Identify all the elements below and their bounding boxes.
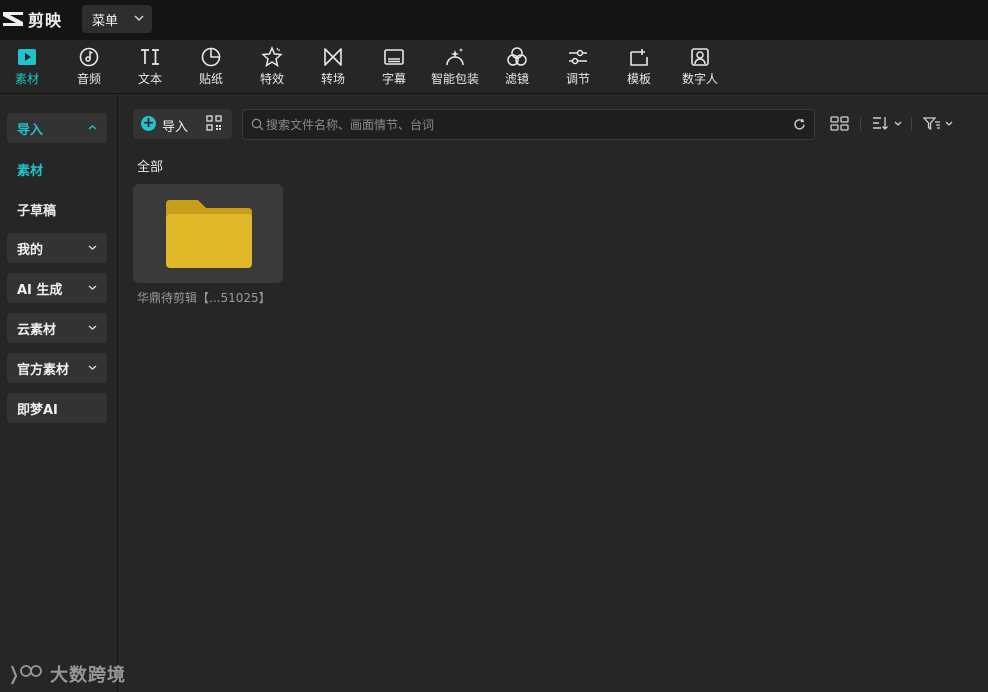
- qr-code-icon[interactable]: [206, 115, 222, 131]
- watermark: 大数跨境: [8, 660, 126, 688]
- tab-audio[interactable]: 音频: [59, 46, 119, 88]
- media-icon: [18, 49, 36, 65]
- tab-filter[interactable]: 滤镜: [487, 46, 547, 88]
- tab-sticker[interactable]: 贴纸: [181, 46, 241, 88]
- digital-human-icon: [691, 48, 709, 66]
- sidebar-item-import[interactable]: 导入: [7, 113, 107, 143]
- filter-sort-icon[interactable]: [923, 116, 955, 131]
- search-bar: [242, 109, 815, 140]
- chevron-up-icon: [88, 125, 97, 130]
- adjust-icon: [569, 49, 587, 65]
- app-logo: 剪映: [2, 8, 62, 30]
- chevron-down-icon: [88, 325, 97, 330]
- filter-icon: [507, 47, 527, 66]
- sidebar-item-ai-generate[interactable]: AI 生成: [7, 273, 107, 303]
- tab-digital-human[interactable]: 数字人: [670, 46, 730, 88]
- smart-package-icon: [446, 48, 464, 66]
- chevron-down-icon: [88, 285, 97, 290]
- tab-template[interactable]: 模板: [609, 46, 669, 88]
- chevron-down-icon: [88, 245, 97, 250]
- subtitle-icon: [384, 49, 404, 65]
- sidebar-item-jimeng-ai[interactable]: 即梦AI: [7, 393, 107, 423]
- watermark-text: 大数跨境: [50, 665, 126, 686]
- sidebar-item-cloud[interactable]: 云素材: [7, 313, 107, 343]
- watermark-logo-icon: [10, 665, 42, 685]
- sticker-icon: [201, 47, 221, 67]
- tab-text[interactable]: 文本: [120, 46, 180, 88]
- chevron-down-icon: [134, 15, 144, 22]
- capcut-logo-icon: [3, 12, 23, 26]
- folder-name: 华鼎待剪辑【...51025】: [137, 291, 271, 305]
- section-label-all: 全部: [137, 160, 164, 175]
- app-name: 剪映: [28, 11, 63, 30]
- folder-card[interactable]: [133, 184, 283, 283]
- template-icon: [630, 49, 648, 66]
- sidebar-item-mine[interactable]: 我的: [7, 233, 107, 263]
- folder-icon: [166, 200, 252, 268]
- transition-icon: [324, 48, 342, 66]
- plus-circle-icon: +: [141, 115, 156, 131]
- refresh-icon[interactable]: [793, 118, 806, 131]
- chevron-down-icon: [88, 365, 97, 370]
- tab-transition[interactable]: 转场: [303, 46, 363, 88]
- tab-effects[interactable]: 特效: [242, 46, 302, 88]
- main-toolbar: 素材 音频 文本 贴纸 特效 转场 字幕 智能包装 滤镜 调节 模板 数字人: [0, 40, 988, 94]
- effects-icon: [261, 46, 283, 68]
- sort-icon[interactable]: [872, 116, 904, 131]
- sidebar-item-subdraft[interactable]: 子草稿: [17, 200, 56, 219]
- text-icon: [141, 49, 159, 65]
- import-button[interactable]: + 导入: [133, 109, 232, 139]
- tab-adjust[interactable]: 调节: [548, 46, 608, 88]
- grid-view-icon[interactable]: [830, 116, 849, 131]
- tab-media[interactable]: 素材: [0, 46, 57, 88]
- search-icon: [251, 118, 264, 131]
- search-input[interactable]: [266, 115, 786, 135]
- title-bar: 剪映 菜单: [0, 0, 988, 40]
- tab-subtitle[interactable]: 字幕: [364, 46, 424, 88]
- sidebar-item-media[interactable]: 素材: [17, 160, 43, 179]
- divider: [911, 117, 912, 131]
- audio-icon: [79, 47, 99, 67]
- divider: [860, 117, 861, 131]
- sidebar-item-official[interactable]: 官方素材: [7, 353, 107, 383]
- tab-smart-package[interactable]: 智能包装: [425, 46, 485, 88]
- menu-button[interactable]: 菜单: [82, 5, 152, 33]
- menu-label: 菜单: [92, 13, 119, 29]
